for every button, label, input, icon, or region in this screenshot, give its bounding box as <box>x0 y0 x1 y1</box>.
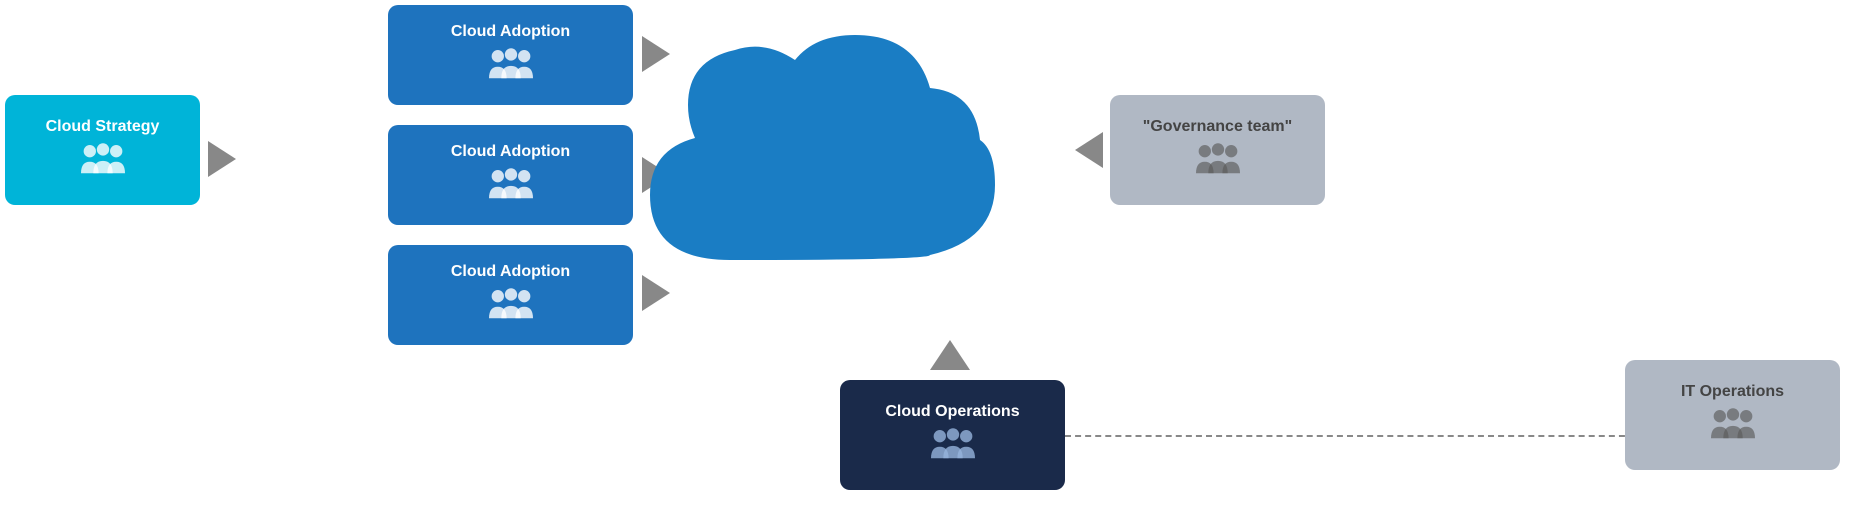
cloud-strategy-label: Cloud Strategy <box>46 118 160 136</box>
cloud-adoption-2-icon <box>489 167 533 208</box>
governance-team-label: "Governance team" <box>1143 118 1292 136</box>
cloud-operations-label: Cloud Operations <box>885 403 1019 421</box>
cloud-adoption-1-icon <box>489 47 533 88</box>
it-operations-label: IT Operations <box>1681 383 1784 401</box>
it-operations-icon <box>1711 407 1755 448</box>
cloud-adoption-box-1: Cloud Adoption <box>388 5 633 105</box>
governance-team-box: "Governance team" <box>1110 95 1325 205</box>
cloud-strategy-box: Cloud Strategy <box>5 95 200 205</box>
governance-team-icon <box>1196 142 1240 183</box>
cloud-adoption-2-label: Cloud Adoption <box>451 143 570 161</box>
arrow-strategy-to-adoption <box>208 141 236 177</box>
cloud-adoption-1-label: Cloud Adoption <box>451 23 570 41</box>
cloud-adoption-box-2: Cloud Adoption <box>388 125 633 225</box>
arrow-cloud-to-governance <box>1075 132 1103 168</box>
cloud-adoption-box-3: Cloud Adoption <box>388 245 633 345</box>
cloud-shape <box>620 30 1000 315</box>
it-operations-box: IT Operations <box>1625 360 1840 470</box>
diagram-container: Cloud Strategy Cloud Adoption <box>0 0 1855 521</box>
arrow-operations-to-cloud <box>930 340 970 370</box>
cloud-strategy-icon <box>81 142 125 183</box>
cloud-adoption-3-icon <box>489 287 533 328</box>
dashed-line-operations <box>1065 435 1635 437</box>
cloud-adoption-3-label: Cloud Adoption <box>451 263 570 281</box>
cloud-operations-icon <box>931 427 975 468</box>
cloud-operations-box: Cloud Operations <box>840 380 1065 490</box>
